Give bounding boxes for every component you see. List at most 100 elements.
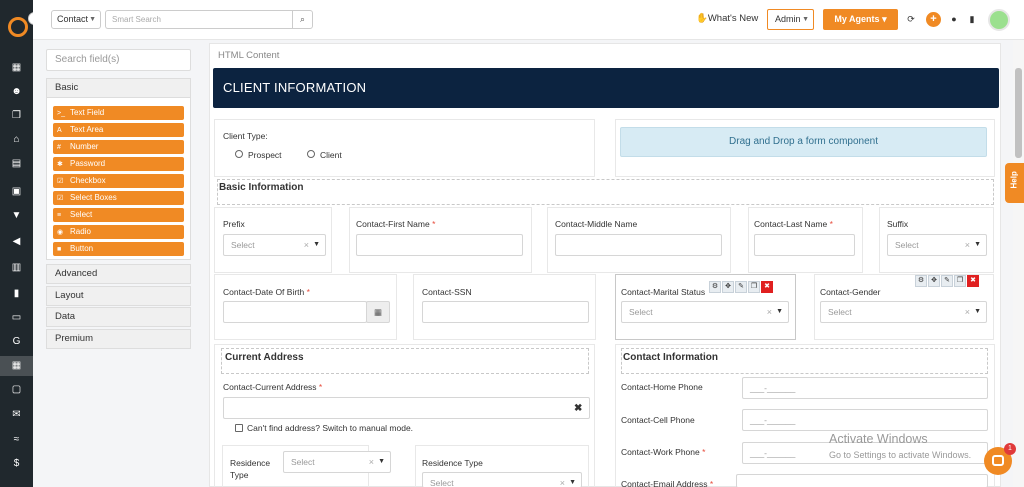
checkbox-icon: ☑ xyxy=(57,178,64,185)
context-select[interactable]: Contact ▼ xyxy=(51,10,101,29)
component-radio[interactable]: ◉ Radio xyxy=(53,225,184,239)
premium-section-header[interactable]: Premium xyxy=(46,329,191,349)
search-icon[interactable]: ⌕ xyxy=(292,10,313,29)
clear-icon[interactable]: × xyxy=(304,235,309,255)
page-scrollbar[interactable] xyxy=(1013,40,1024,487)
marital-select[interactable]: Select × ▼ xyxy=(621,301,789,323)
client-information-header: CLIENT INFORMATION xyxy=(213,68,999,108)
clear-address-icon[interactable]: ✖ xyxy=(574,403,582,414)
bank-icon[interactable]: ⌂ xyxy=(0,130,33,150)
component-password[interactable]: ✱ Password xyxy=(53,157,184,171)
component-text-field[interactable]: >_ Text Field xyxy=(53,106,184,120)
wrench-icon[interactable]: ✎ xyxy=(735,281,747,293)
scrollbar-thumb[interactable] xyxy=(1015,68,1022,158)
bell-icon[interactable]: ● xyxy=(947,12,961,26)
first-name-input[interactable] xyxy=(356,234,523,256)
refresh-icon[interactable]: ⟳ xyxy=(904,12,918,26)
megaphone-icon[interactable]: ◀ xyxy=(0,232,33,252)
home-phone-input[interactable]: ___-______ xyxy=(742,377,988,399)
database-icon[interactable]: ▮ xyxy=(965,12,979,26)
filter-icon[interactable]: ▼ xyxy=(0,206,33,226)
residence-type-placeholder: Select xyxy=(430,478,454,487)
data-section-header[interactable]: Data xyxy=(46,307,191,327)
component-label: Button xyxy=(70,244,94,253)
component-select-boxes[interactable]: ☑ Select Boxes xyxy=(53,191,184,205)
clear-icon[interactable]: × xyxy=(767,302,772,322)
app-logo[interactable] xyxy=(8,17,28,37)
component-select[interactable]: ≡ Select xyxy=(53,208,184,222)
email-input[interactable] xyxy=(736,474,988,487)
delete-icon[interactable]: ✖ xyxy=(967,275,979,287)
signature-icon[interactable]: ≈ xyxy=(0,430,33,450)
component-number[interactable]: # Number xyxy=(53,140,184,154)
caret-down-icon: ▼ xyxy=(776,308,783,315)
folder-icon[interactable]: ▭ xyxy=(0,308,33,328)
copy-icon[interactable]: ❐ xyxy=(748,281,760,293)
current-address-text: Contact-Current Address xyxy=(223,382,317,392)
client-radio[interactable] xyxy=(307,150,315,158)
move-icon[interactable]: ✥ xyxy=(928,275,940,287)
prospect-radio[interactable] xyxy=(235,150,243,158)
component-text-area[interactable]: A Text Area xyxy=(53,123,184,137)
top-bar: Contact ▼ Smart Search ⌕ ✋What's New Admi… xyxy=(33,0,1024,40)
component-checkbox[interactable]: ☑ Checkbox xyxy=(53,174,184,188)
gear-icon[interactable]: ⚙ xyxy=(915,275,927,287)
forms-icon[interactable]: ▦ xyxy=(0,356,33,376)
html-content-label: HTML Content xyxy=(218,50,280,61)
help-tab[interactable]: Help xyxy=(1005,163,1024,203)
ssn-input[interactable] xyxy=(422,301,589,323)
mail-icon[interactable]: ✉ xyxy=(0,405,33,425)
component-button[interactable]: ■ Button xyxy=(53,242,184,256)
residence-type-select-2[interactable]: Select × ▼ xyxy=(422,472,582,487)
first-name-text: Contact-First Name xyxy=(356,219,430,229)
component-label: Checkbox xyxy=(70,176,106,185)
calendar-icon[interactable]: ▦ xyxy=(366,301,390,323)
clear-icon[interactable]: × xyxy=(560,473,565,487)
move-icon[interactable]: ✥ xyxy=(722,281,734,293)
smart-search-input[interactable]: Smart Search xyxy=(105,10,293,29)
notes-icon[interactable]: ▤ xyxy=(0,154,33,174)
manual-mode-label: Can't find address? Switch to manual mod… xyxy=(247,423,414,433)
current-address-input[interactable] xyxy=(223,397,590,419)
documents-icon[interactable]: ❐ xyxy=(0,106,33,126)
admin-select[interactable]: Admin ▼ xyxy=(767,9,814,30)
advanced-section-header[interactable]: Advanced xyxy=(46,264,191,284)
cell-phone-input[interactable]: ___-______ xyxy=(742,409,988,431)
profile-icon[interactable]: ▣ xyxy=(0,182,33,202)
avatar[interactable] xyxy=(988,9,1010,31)
middle-name-input[interactable] xyxy=(555,234,722,256)
prefix-select[interactable]: Select × ▼ xyxy=(223,234,326,256)
layout-section-header[interactable]: Layout xyxy=(46,286,191,306)
drag-drop-zone[interactable]: Drag and Drop a form component xyxy=(620,127,987,157)
chat-button[interactable]: 1 xyxy=(984,443,1016,475)
dollar-icon[interactable]: $ xyxy=(0,454,33,474)
report-icon[interactable]: ▥ xyxy=(0,258,33,278)
basic-information-title: Basic Information xyxy=(219,182,304,193)
delete-icon[interactable]: ✖ xyxy=(761,281,773,293)
gender-select[interactable]: Select × ▼ xyxy=(820,301,987,323)
current-address-label: Contact-Current Address * xyxy=(223,382,322,392)
suffix-select[interactable]: Select × ▼ xyxy=(887,234,987,256)
wrench-icon[interactable]: ✎ xyxy=(941,275,953,287)
contacts-icon[interactable]: ☻ xyxy=(0,82,33,102)
chat-icon xyxy=(992,455,1004,466)
clear-icon[interactable]: × xyxy=(965,235,970,255)
google-icon[interactable]: G xyxy=(0,332,33,352)
dob-input[interactable] xyxy=(223,301,367,323)
residence-type-select[interactable]: Select × ▼ xyxy=(283,451,391,473)
gear-icon[interactable]: ⚙ xyxy=(709,281,721,293)
whats-new-link[interactable]: ✋What's New xyxy=(696,13,758,24)
clear-icon[interactable]: × xyxy=(369,452,374,472)
current-address-title: Current Address xyxy=(225,352,304,363)
add-icon[interactable]: + xyxy=(926,12,941,27)
dashboard-icon[interactable]: ▦ xyxy=(0,58,33,78)
last-name-input[interactable] xyxy=(754,234,855,256)
calendar-icon[interactable]: ▢ xyxy=(0,380,33,400)
my-agents-button[interactable]: My Agents ▾ xyxy=(823,9,898,30)
copy-icon[interactable]: ❐ xyxy=(954,275,966,287)
basic-section-header[interactable]: Basic xyxy=(46,78,191,98)
manual-mode-checkbox[interactable] xyxy=(235,424,243,432)
clear-icon[interactable]: × xyxy=(965,302,970,322)
chart-icon[interactable]: ▮ xyxy=(0,284,33,304)
search-fields-input[interactable]: Search field(s) xyxy=(46,49,191,71)
